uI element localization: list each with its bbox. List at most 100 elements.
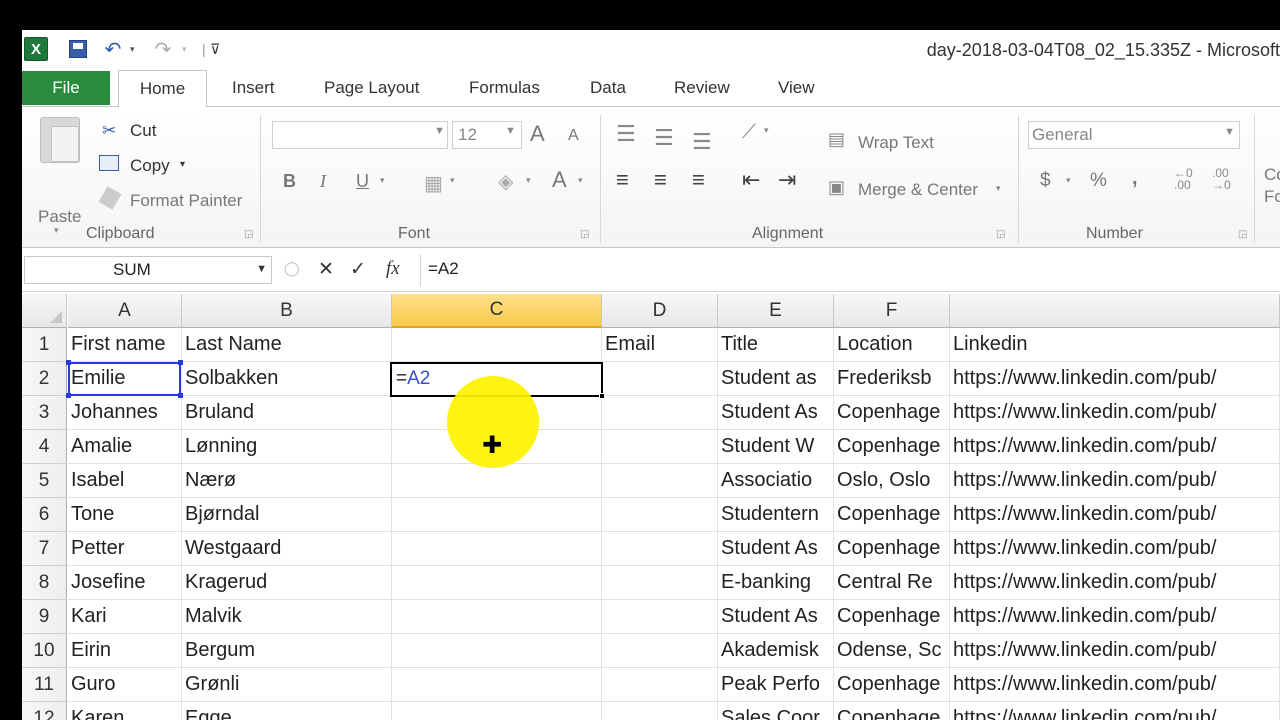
format-as-table-partial[interactable]: Fo [1264, 187, 1280, 207]
column-header-c[interactable]: C [392, 294, 602, 328]
shrink-font-icon[interactable]: A [568, 127, 579, 145]
cell-d2[interactable] [602, 362, 718, 396]
cell-f5[interactable]: Oslo, Oslo [834, 464, 950, 498]
increase-decimal-icon[interactable]: ←0.00 [1174, 167, 1193, 191]
save-icon[interactable] [66, 38, 90, 60]
cell-d7[interactable] [602, 532, 718, 566]
cell-d4[interactable] [602, 430, 718, 464]
currency-button[interactable]: $ [1040, 170, 1051, 192]
cell-d11[interactable] [602, 668, 718, 702]
row-header[interactable]: 6 [22, 498, 67, 532]
align-bottom-icon[interactable]: ☰ [692, 129, 712, 155]
cell-g3[interactable]: https://www.linkedin.com/pub/ [950, 396, 1280, 430]
cell-f7[interactable]: Copenhage [834, 532, 950, 566]
cell-b6[interactable]: Bjørndal [182, 498, 392, 532]
font-name-box[interactable] [272, 121, 448, 149]
cell-e4[interactable]: Student W [718, 430, 834, 464]
cell-g4[interactable]: https://www.linkedin.com/pub/ [950, 430, 1280, 464]
cell-c5[interactable] [392, 464, 602, 498]
row-header[interactable]: 8 [22, 566, 67, 600]
tab-formulas[interactable]: Formulas [469, 78, 540, 98]
fill-color-dropdown-icon[interactable]: ▾ [526, 175, 531, 186]
cell-a6[interactable]: Tone [68, 498, 182, 532]
cell-b5[interactable]: Nærø [182, 464, 392, 498]
font-launcher-icon[interactable]: ◲ [580, 229, 589, 240]
cell-b3[interactable]: Bruland [182, 396, 392, 430]
font-size-dropdown-icon[interactable]: ▼ [505, 125, 516, 137]
cell-f2[interactable]: Frederiksb [834, 362, 950, 396]
name-box-dropdown-icon[interactable]: ▼ [256, 263, 267, 275]
cell-b8[interactable]: Kragerud [182, 566, 392, 600]
align-middle-icon[interactable]: ☰ [654, 125, 674, 151]
conditional-formatting-partial[interactable]: Co [1264, 165, 1280, 185]
tab-view[interactable]: View [778, 78, 815, 98]
cell-g10[interactable]: https://www.linkedin.com/pub/ [950, 634, 1280, 668]
cell-b4[interactable]: Lønning [182, 430, 392, 464]
percent-button[interactable]: % [1090, 170, 1107, 192]
row-header[interactable]: 5 [22, 464, 67, 498]
formula-input[interactable]: =A2 [428, 259, 459, 279]
cell-b12[interactable]: Egge [182, 702, 392, 720]
insert-function-icon[interactable]: fx [386, 258, 400, 280]
borders-dropdown-icon[interactable]: ▾ [450, 175, 455, 186]
cell-c9[interactable] [392, 600, 602, 634]
tab-home[interactable]: Home [118, 70, 207, 107]
decrease-indent-icon[interactable]: ⇤ [742, 167, 760, 193]
cell-d3[interactable] [602, 396, 718, 430]
row-header[interactable]: 11 [22, 668, 67, 702]
font-color-icon[interactable]: A [552, 167, 567, 193]
cell-e5[interactable]: Associatio [718, 464, 834, 498]
cell-c1[interactable] [392, 328, 602, 362]
cell-g12[interactable]: https://www.linkedin.com/pub/ [950, 702, 1280, 720]
cell-e9[interactable]: Student As [718, 600, 834, 634]
row-header[interactable]: 4 [22, 430, 67, 464]
cell-g9[interactable]: https://www.linkedin.com/pub/ [950, 600, 1280, 634]
cell-c8[interactable] [392, 566, 602, 600]
cell-a10[interactable]: Eirin [68, 634, 182, 668]
grow-font-icon[interactable]: A [530, 121, 545, 147]
customize-qat-icon[interactable]: ⊽ [210, 38, 220, 60]
cell-e11[interactable]: Peak Perfo [718, 668, 834, 702]
cell-g11[interactable]: https://www.linkedin.com/pub/ [950, 668, 1280, 702]
fill-handle[interactable] [599, 393, 605, 399]
cell-g5[interactable]: https://www.linkedin.com/pub/ [950, 464, 1280, 498]
cell-c10[interactable] [392, 634, 602, 668]
name-box[interactable]: SUM ▼ [24, 256, 272, 284]
bold-button[interactable]: B [283, 171, 296, 192]
cell-a4[interactable]: Amalie [68, 430, 182, 464]
decrease-decimal-icon[interactable]: .00 →0 [1212, 167, 1231, 191]
cell-f10[interactable]: Odense, Sc [834, 634, 950, 668]
cell-f6[interactable]: Copenhage [834, 498, 950, 532]
row-header[interactable]: 12 [22, 702, 67, 720]
cell-g6[interactable]: https://www.linkedin.com/pub/ [950, 498, 1280, 532]
format-painter-button[interactable]: Format Painter [130, 191, 242, 211]
cell-a12[interactable]: Karen [68, 702, 182, 720]
row-header[interactable]: 10 [22, 634, 67, 668]
cell-f4[interactable]: Copenhage [834, 430, 950, 464]
merge-center-button[interactable]: Merge & Center [858, 180, 978, 200]
number-launcher-icon[interactable]: ◲ [1238, 229, 1247, 240]
cell-d5[interactable] [602, 464, 718, 498]
column-header-a[interactable]: A [68, 294, 182, 328]
cell-g8[interactable]: https://www.linkedin.com/pub/ [950, 566, 1280, 600]
cell-a1[interactable]: First name [68, 328, 182, 362]
cell-d9[interactable] [602, 600, 718, 634]
cell-c11[interactable] [392, 668, 602, 702]
cell-d10[interactable] [602, 634, 718, 668]
paste-button[interactable]: Paste [38, 207, 81, 227]
spreadsheet-grid[interactable]: A B C D E F 1 First name Last Name Email Title Loca… [22, 294, 1280, 720]
align-left-icon[interactable]: ≡ [616, 167, 629, 193]
cell-e3[interactable]: Student As [718, 396, 834, 430]
enter-icon[interactable]: ✓ [350, 258, 366, 281]
fill-color-icon[interactable]: ◈ [498, 169, 513, 194]
orientation-dropdown-icon[interactable]: ▾ [764, 125, 769, 136]
cell-e6[interactable]: Studentern [718, 498, 834, 532]
cell-b7[interactable]: Westgaard [182, 532, 392, 566]
tab-data[interactable]: Data [590, 78, 626, 98]
row-header[interactable]: 9 [22, 600, 67, 634]
column-header-g[interactable] [950, 294, 1280, 328]
orientation-icon[interactable]: ⟋ [742, 121, 756, 144]
cell-b10[interactable]: Bergum [182, 634, 392, 668]
column-header-d[interactable]: D [602, 294, 718, 328]
font-color-dropdown-icon[interactable]: ▾ [578, 175, 583, 186]
